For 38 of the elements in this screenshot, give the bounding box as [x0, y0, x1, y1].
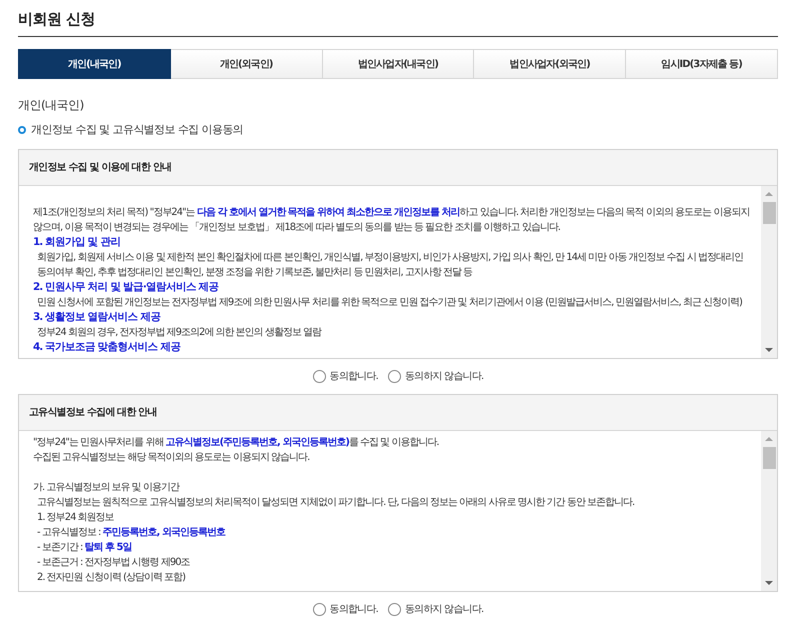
notice-text: 1. 정부24 회원정보: [36, 510, 115, 524]
radio-button[interactable]: [312, 602, 326, 616]
notice-text: 고유식별정보는 원칙적으로 고유식별정보의 처리목적이 달성되면 지체없이 파기합니다. 단, 다음의 정보는 아래의 사유로 명시한 기간 동안 보존합니다.: [36, 496, 636, 510]
subsection-title: 개인정보 수집 및 고유식별정보 수집 이용동의: [31, 122, 244, 138]
radio-label[interactable]: 동의합니다.: [330, 368, 378, 384]
notice-text: 민원 신청서에 포함된 개인정보는 전자정부법 제9조에 의한 민원사무 처리를 위한 목적으로 민원 접수기관 및 처리기관에서 이용 (민원발급서비스, 민원열람서비스, 최근 신청이력): [36, 296, 743, 310]
notice-text: 2. 전자민원 신청이력 (상담이력 포함): [36, 570, 186, 584]
item-heading: 4. 국가보조금 맞춤형서비스 제공: [33, 340, 182, 354]
notice-text: 정부24 회원의 경우, 전자정부법 제9조의2에 의한 본인의 생활정보 열람: [36, 326, 323, 340]
notice-text: - 고유식별정보 : 주민등록번호, 외국인등록번호: [36, 526, 226, 540]
panel-heading: 개인정보 수집 및 이용에 대한 안내: [19, 150, 777, 186]
item-heading: 1. 회원가입 및 관리: [33, 234, 122, 250]
tab[interactable]: 개인(내국인): [18, 49, 171, 79]
notice-text: 회원가입, 회원제 서비스 이용 및 제한적 본인 확인절차에 따른 본인확인, 개인식별, 부정이용방지, 비인가 사용방지, 가입 의사 확인, 만 14세 미만 아동 개인정보 수집 시 법정대리인 동의여부 확인, 추후 법정대리인 본인확인, 분쟁 조정을 위한 기록보존, 불만처리 등 민원처리, 고지사항 전달 등: [36, 250, 744, 280]
notice-text: - 보존근거 : 전자정부법 시행령 제90조: [36, 556, 191, 570]
notice-text: - 보존기간 : 탈퇴 후 5일: [36, 540, 132, 554]
notice-text: 수집된 고유식별정보는 해당 목적이외의 용도로는 이용되지 않습니다.: [33, 450, 310, 464]
scrollbar[interactable]: [761, 430, 777, 590]
tab[interactable]: 임시ID(3자제출 등): [626, 49, 778, 79]
panel-heading: 고유식별정보 수집에 대한 안내: [19, 394, 777, 430]
notice-text: "정부24"는 민원사무처리를 위해 고유식별정보(주민등록번호, 외국인등록번호)를 수집 및 이용합니다.: [33, 436, 440, 450]
section-title: 개인(내국인): [18, 97, 85, 114]
radio-label[interactable]: 동의하지 않습니다.: [405, 368, 484, 384]
bullet-icon: [18, 126, 26, 134]
notice-text: 가. 고유식별정보의 보유 및 이용기간: [33, 480, 180, 494]
radio-button[interactable]: [388, 602, 402, 616]
item-heading: 3. 생활정보 열람서비스 제공: [33, 310, 162, 324]
tab[interactable]: 개인(외국인): [170, 49, 323, 79]
radio-label[interactable]: 동의합니다.: [330, 602, 378, 616]
item-heading: 2. 민원사무 처리 및 발급·열람서비스 제공: [33, 280, 220, 294]
tab[interactable]: 법인사업자(외국인): [474, 49, 626, 79]
notice-text: 제1조(개인정보의 처리 목적) "정부24"는 다음 각 호에서 열거한 목적을 위하여 최소한으로 개인정보를 처리하고 있습니다. 처리한 개인정보는 다음의 목적 이외의 용도로는 이용되지 않으며, 이용 목적이 변경되는 경우에는 「개인정보 보호법」 제18조에 따라 별도의 동의를 받는 등 필요한 조치를 이행하고 있습니다.: [33, 206, 750, 234]
radio-label[interactable]: 동의하지 않습니다.: [405, 602, 484, 616]
tab[interactable]: 법인사업자(내국인): [322, 49, 474, 79]
radio-button[interactable]: [312, 370, 326, 382]
scrollbar[interactable]: [761, 186, 777, 358]
page-title: 비회원 신청: [18, 6, 778, 37]
radio-button[interactable]: [388, 370, 402, 382]
